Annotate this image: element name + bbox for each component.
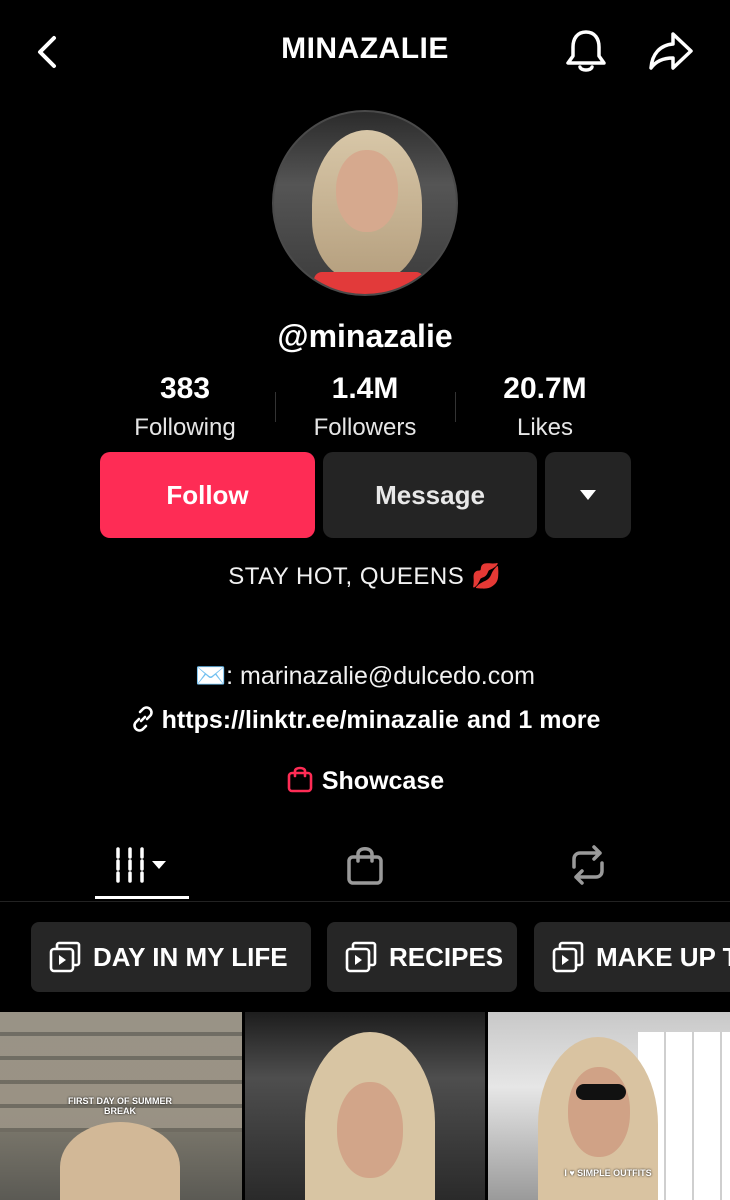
active-tab-indicator bbox=[95, 896, 189, 899]
profile-links[interactable]: https://linktr.ee/minazalie and 1 more bbox=[0, 706, 730, 735]
bell-icon bbox=[566, 30, 606, 72]
shopping-bag-icon bbox=[347, 847, 383, 885]
video-thumbnail[interactable]: FIRST DAY OF SUMMER BREAK bbox=[0, 1012, 242, 1200]
notifications-button[interactable] bbox=[562, 26, 610, 76]
profile-stats: 383 Following 1.4M Followers 20.7M Likes bbox=[95, 372, 635, 452]
showcase-link[interactable]: Showcase bbox=[0, 764, 730, 796]
link-icon bbox=[132, 706, 153, 732]
stat-value: 1.4M bbox=[331, 372, 399, 405]
tab-reposts[interactable] bbox=[538, 840, 638, 890]
stat-value: 20.7M bbox=[503, 372, 587, 405]
playlist-chip[interactable]: DAY IN MY LIFE bbox=[31, 922, 311, 992]
profile-tabs bbox=[0, 830, 730, 902]
profile-username: @minazalie bbox=[277, 318, 453, 354]
video-thumbnail[interactable]: I ♥ SIMPLE OUTFITS bbox=[488, 1012, 730, 1200]
stat-following[interactable]: 383 Following bbox=[95, 372, 275, 442]
stat-label: Followers bbox=[313, 414, 417, 441]
profile-link-url[interactable]: https://linktr.ee/minazalie bbox=[162, 706, 459, 734]
profile-bio: STAY HOT, QUEENS 💋 bbox=[228, 563, 502, 590]
profile-link-more[interactable]: and 1 more bbox=[467, 706, 600, 734]
playlist-label: MAKE UP T bbox=[596, 941, 730, 972]
showcase-label: Showcase bbox=[321, 767, 445, 795]
video-grid: FIRST DAY OF SUMMER BREAK I ♥ SIMPLE OUT… bbox=[0, 1012, 730, 1200]
playlist-chip[interactable]: MAKE UP T bbox=[534, 922, 730, 992]
thumbnail-caption: I ♥ SIMPLE OUTFITS bbox=[564, 1168, 652, 1178]
top-bar: MINAZALIE bbox=[0, 0, 730, 100]
thumbnail-caption: FIRST DAY OF SUMMER BREAK bbox=[67, 1096, 172, 1116]
playlist-icon bbox=[345, 941, 377, 973]
stat-likes[interactable]: 20.7M Likes bbox=[455, 372, 635, 442]
avatar[interactable] bbox=[272, 110, 458, 296]
playlist-icon bbox=[552, 941, 584, 973]
stat-label: Likes bbox=[516, 414, 574, 441]
stat-label: Following bbox=[134, 414, 236, 441]
follow-button[interactable]: Follow bbox=[100, 452, 315, 538]
share-arrow-icon bbox=[649, 32, 693, 70]
more-options-button[interactable] bbox=[545, 452, 631, 538]
playlist-icon bbox=[49, 941, 81, 973]
tab-shop[interactable] bbox=[315, 840, 415, 890]
tab-videos[interactable] bbox=[92, 840, 192, 890]
message-button[interactable]: Message bbox=[323, 452, 537, 538]
repost-icon bbox=[572, 845, 604, 885]
stat-followers[interactable]: 1.4M Followers bbox=[275, 372, 455, 442]
page-title: MINAZALIE bbox=[281, 32, 449, 65]
shopping-bag-icon bbox=[287, 766, 313, 793]
stat-value: 383 bbox=[159, 372, 211, 405]
profile-email: ✉️: marinazalie@dulcedo.com bbox=[195, 662, 535, 690]
video-thumbnail[interactable] bbox=[245, 1012, 485, 1200]
caret-down-icon bbox=[580, 490, 596, 500]
playlist-chip[interactable]: RECIPES bbox=[327, 922, 517, 992]
share-button[interactable] bbox=[645, 26, 697, 76]
playlist-label: DAY IN MY LIFE bbox=[93, 941, 288, 972]
videos-grid-icon bbox=[116, 847, 166, 883]
playlist-label: RECIPES bbox=[389, 941, 504, 972]
